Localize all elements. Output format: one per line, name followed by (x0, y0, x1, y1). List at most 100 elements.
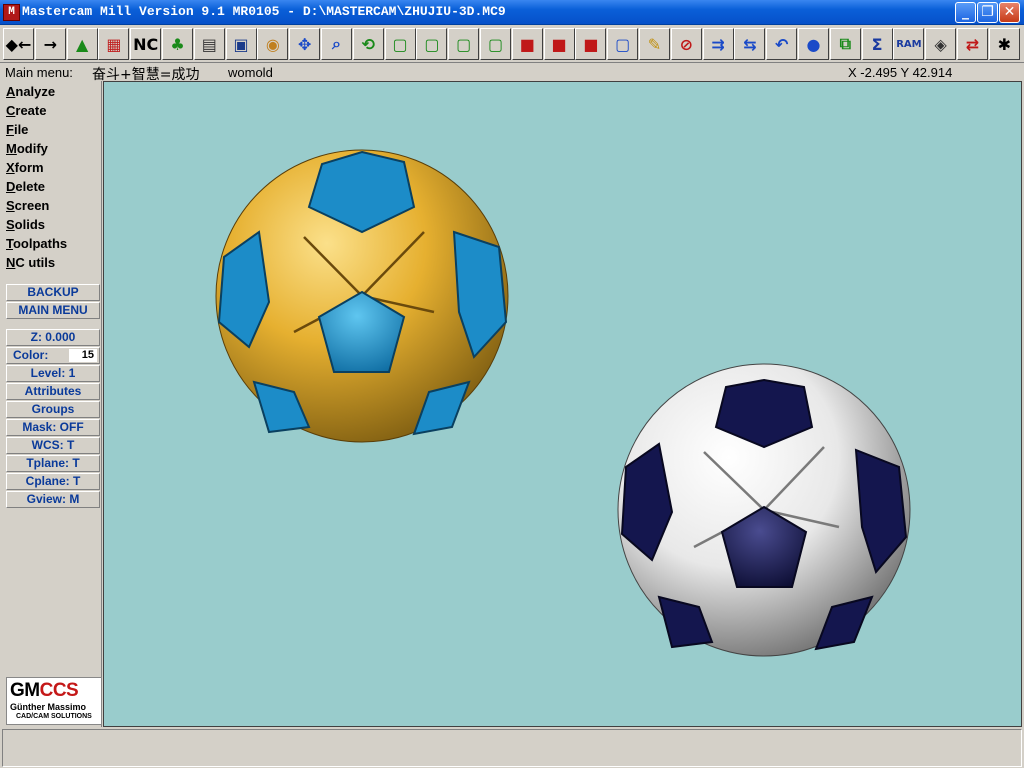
toolbar-undo-button[interactable]: ↶ (766, 28, 798, 60)
toolbar-arrange-2-button[interactable]: ⇆ (734, 28, 766, 60)
logo-tagline: CAD/CAM SOLUTIONS (16, 713, 92, 720)
toolbar-cube-red-1-button[interactable]: ■ (511, 28, 543, 60)
toolbar-cube-red-2-button[interactable]: ■ (543, 28, 575, 60)
window-title: Mastercam Mill Version 9.1 MR0105 - D:\M… (22, 4, 506, 19)
menu-item-screen[interactable]: Screen (6, 198, 49, 213)
toolbar-ball-button[interactable]: ● (798, 28, 829, 60)
toolbar-forward-button[interactable]: → (34, 28, 66, 60)
color-label: Color: (13, 348, 49, 362)
toolbar-rotate-view-button[interactable]: ⟲ (352, 28, 384, 60)
sphere-render-icon: ◉ (265, 34, 280, 54)
cube-red-3-icon: ■ (583, 34, 599, 54)
image-icon: ▣ (233, 34, 249, 54)
arrange-2-icon: ⇆ (743, 34, 757, 54)
toolbar-cube-1-button[interactable]: ▢ (384, 28, 416, 60)
prompt-area[interactable] (2, 729, 1022, 767)
main-toolbar: ◆← → ▲ ▦ NC ♣ ▤ ▣ ◉ ✥ ⌕ ⟲ ▢ ▢ ▢ ▢ ■ ■ ■ ▢ ✎ ⊘ ⇉ ⇆ ↶ ● ⧉ Σ RAM ◈ ⇄ ✱ (0, 26, 1024, 63)
toolbar-mill-button[interactable]: ▲ (66, 28, 98, 60)
toolbar-cube-3-button[interactable]: ▢ (448, 28, 480, 60)
menu-item-modify[interactable]: Modify (6, 141, 48, 156)
main-menu-button[interactable]: MAIN MENU (6, 302, 100, 319)
hsm-icon: ▦ (106, 34, 122, 54)
toolbar-pan-button[interactable]: ✥ (289, 28, 321, 60)
tplane-button[interactable]: Tplane: T (6, 455, 100, 472)
back-icon: ◆← (5, 34, 32, 54)
toolbar-image-button[interactable]: ▣ (225, 28, 257, 60)
menu-item-delete[interactable]: Delete (6, 179, 45, 194)
toolbar-measure-button[interactable]: ◈ (925, 28, 957, 60)
logo-name: Günther Massimo (10, 702, 87, 712)
minimize-button[interactable]: _ (955, 2, 976, 23)
toolbar-hsm-button[interactable]: ▦ (98, 28, 130, 60)
menu-item-create[interactable]: Create (6, 103, 46, 118)
cplane-button[interactable]: Cplane: T (6, 473, 100, 490)
maximize-button[interactable]: ❐ (977, 2, 998, 23)
undo-icon: ↶ (774, 34, 789, 54)
menu-item-analyze[interactable]: Analyze (6, 84, 55, 99)
part-name: womold (228, 65, 273, 80)
cube-red-2-icon: ■ (551, 34, 567, 54)
run-icon: ✱ (997, 34, 1011, 54)
arrange-1-icon: ⇉ (711, 34, 725, 54)
measure-icon: ◈ (934, 34, 947, 54)
mill-icon: ▲ (75, 34, 89, 54)
toolbar-eraser-button[interactable]: ✎ (639, 28, 670, 60)
toolbar-arrange-1-button[interactable]: ⇉ (702, 28, 734, 60)
gview-button[interactable]: Gview: M (6, 491, 100, 508)
toolbar-cube-red-3-button[interactable]: ■ (575, 28, 607, 60)
groups-button[interactable]: Groups (6, 401, 100, 418)
toolbar-cube-4-button[interactable]: ▢ (480, 28, 511, 60)
cursor-coordinates: X -2.495 Y 42.914 (848, 65, 953, 80)
soccer-ball-gold[interactable] (215, 149, 509, 443)
z-depth-button[interactable]: Z: 0.000 (6, 329, 100, 346)
cube-3-icon: ▢ (456, 34, 472, 54)
ram-icon: RAM (896, 38, 922, 50)
title-bar: M Mastercam Mill Version 9.1 MR0105 - D:… (0, 0, 1024, 25)
left-menu-panel: Analyze Create File Modify Xform Delete Screen… (2, 81, 102, 727)
toolbar-tree-button[interactable]: ♣ (162, 28, 193, 60)
toolbar-catia-button[interactable]: ⇄ (957, 28, 988, 60)
mask-button[interactable]: Mask: OFF (6, 419, 100, 436)
toolbar-layers-button[interactable]: ⧉ (829, 28, 861, 60)
app-icon[interactable]: M (3, 4, 20, 21)
cube-2-icon: ▢ (424, 34, 440, 54)
toolbar-nc-data-button[interactable]: NC (130, 28, 162, 60)
menu-item-file[interactable]: File (6, 122, 28, 137)
toolbar-ram-button[interactable]: RAM (893, 28, 925, 60)
toolbar-cube-3d-button[interactable]: ▢ (607, 28, 639, 60)
graphics-viewport[interactable] (103, 81, 1022, 727)
close-button[interactable]: ✕ (999, 2, 1020, 23)
rotate-view-icon: ⟲ (361, 34, 375, 54)
pan-icon: ✥ (297, 34, 312, 54)
toolbar-sphere-render-button[interactable]: ◉ (257, 28, 289, 60)
attributes-button[interactable]: Attributes (6, 383, 100, 400)
status-row: Main menu: 奋斗+智慧=成功 womold X -2.495 Y 42… (0, 63, 1024, 83)
color-value: 15 (69, 349, 97, 362)
toolbar-file-list-button[interactable]: ▤ (193, 28, 225, 60)
wcs-button[interactable]: WCS: T (6, 437, 100, 454)
gmccs-logo: GMCCS Günther Massimo CAD/CAM SOLUTIONS (6, 677, 102, 725)
menu-item-xform[interactable]: Xform (6, 160, 44, 175)
menu-item-nc-utils[interactable]: NC utils (6, 255, 55, 270)
backup-button[interactable]: BACKUP (6, 284, 100, 301)
cube-red-1-icon: ■ (519, 34, 535, 54)
menu-item-toolpaths[interactable]: Toolpaths (6, 236, 67, 251)
forward-icon: → (43, 34, 57, 54)
cube-3d-icon: ▢ (615, 34, 631, 54)
soccer-ball-white[interactable] (617, 363, 911, 657)
logo-wordmark: GMCCS (10, 680, 79, 701)
toolbar-cube-2-button[interactable]: ▢ (416, 28, 448, 60)
viewport-canvas (215, 149, 911, 657)
toolbar-sum-button[interactable]: Σ (861, 28, 893, 60)
color-button[interactable]: Color: 15 (6, 347, 100, 364)
toolbar-back-button[interactable]: ◆← (3, 28, 34, 60)
toolbar-no-entry-button[interactable]: ⊘ (670, 28, 702, 60)
cube-4-icon: ▢ (487, 34, 504, 54)
eraser-icon: ✎ (647, 34, 662, 54)
level-button[interactable]: Level: 1 (6, 365, 100, 382)
cube-1-icon: ▢ (392, 34, 408, 54)
toolbar-zoom-window-button[interactable]: ⌕ (321, 28, 352, 60)
menu-item-solids[interactable]: Solids (6, 217, 45, 232)
toolbar-run-button[interactable]: ✱ (988, 28, 1020, 60)
catia-icon: ⇄ (965, 34, 980, 54)
